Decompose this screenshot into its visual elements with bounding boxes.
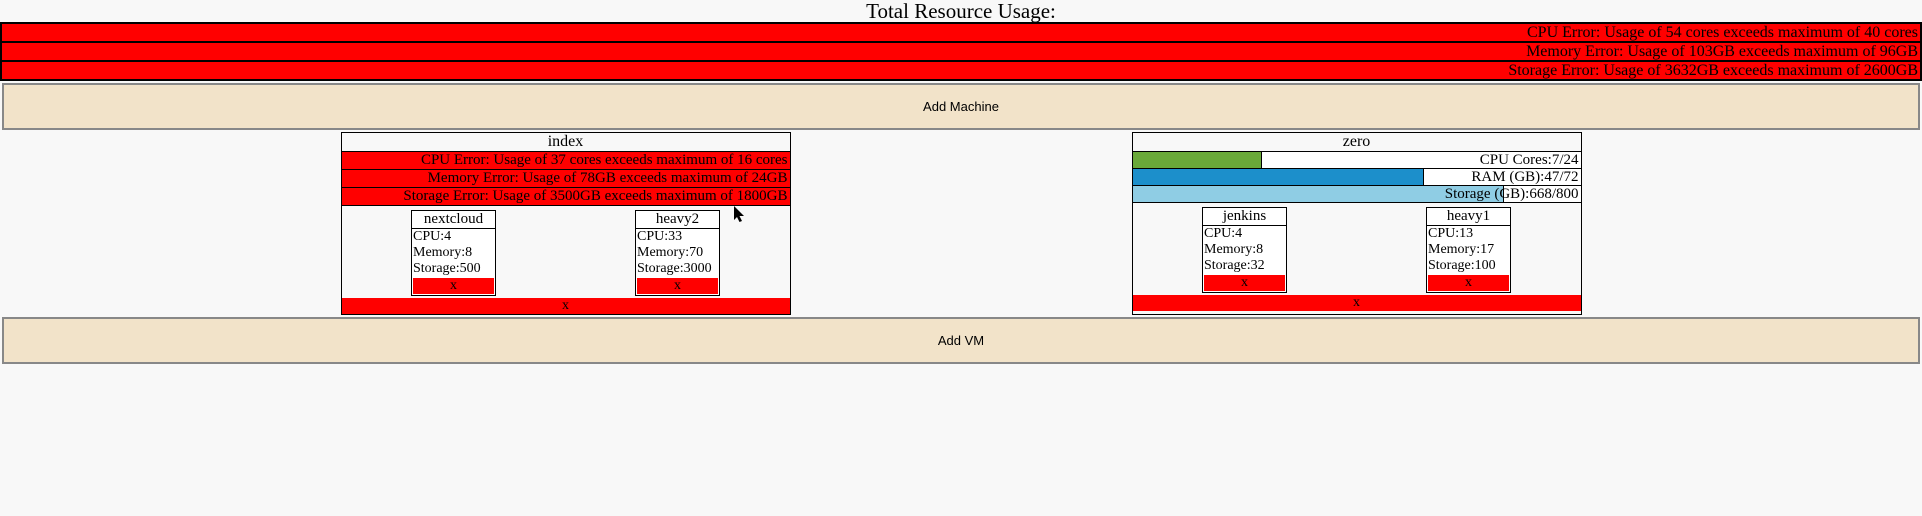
vm-storage: Storage:100 [1427, 258, 1510, 274]
page-title: Total Resource Usage: [0, 0, 1922, 22]
vm-list: nextcloudCPU:4Memory:8Storage:500xheavy2… [342, 206, 790, 298]
vm-storage: Storage:500 [412, 261, 495, 277]
vm-storage: Storage:3000 [636, 261, 719, 277]
machine-delete-button[interactable]: x [1133, 295, 1581, 311]
resource-bar-fill [1133, 152, 1263, 168]
vm-list: jenkinsCPU:4Memory:8Storage:32xheavy1CPU… [1133, 203, 1581, 295]
global-error-block: CPU Error: Usage of 54 cores exceeds max… [0, 22, 1922, 81]
vm-delete-button[interactable]: x [413, 278, 494, 294]
vm-card: jenkinsCPU:4Memory:8Storage:32x [1202, 207, 1287, 293]
vm-name[interactable]: heavy2 [636, 211, 719, 229]
resource-bar-label: Storage (GB):668/800 [1445, 186, 1579, 202]
machine-error-row: CPU Error: Usage of 37 cores exceeds max… [342, 152, 790, 170]
vm-cpu: CPU:4 [1203, 226, 1286, 242]
machine-error-row: Memory Error: Usage of 78GB exceeds maxi… [342, 170, 790, 188]
global-error-row: CPU Error: Usage of 54 cores exceeds max… [1, 23, 1921, 42]
resource-bar-label: RAM (GB):47/72 [1471, 169, 1578, 185]
machine-error-row: Storage Error: Usage of 3500GB exceeds m… [342, 188, 790, 206]
vm-card: heavy1CPU:13Memory:17Storage:100x [1426, 207, 1511, 293]
resource-bar: CPU Cores:7/24 [1133, 152, 1581, 169]
vm-memory: Memory:8 [412, 245, 495, 261]
vm-delete-button[interactable]: x [637, 278, 718, 294]
add-vm-button[interactable]: Add VM [2, 317, 1920, 364]
add-machine-button[interactable]: Add Machine [2, 83, 1920, 130]
vm-name[interactable]: nextcloud [412, 211, 495, 229]
vm-card: heavy2CPU:33Memory:70Storage:3000x [635, 210, 720, 296]
vm-storage: Storage:32 [1203, 258, 1286, 274]
vm-memory: Memory:17 [1427, 242, 1510, 258]
global-error-row: Memory Error: Usage of 103GB exceeds max… [1, 42, 1921, 61]
machine-name[interactable]: zero [1133, 133, 1581, 152]
vm-name[interactable]: heavy1 [1427, 208, 1510, 226]
machine-delete-button[interactable]: x [342, 298, 790, 314]
resource-bar: RAM (GB):47/72 [1133, 169, 1581, 186]
resource-bar-label: CPU Cores:7/24 [1480, 152, 1579, 168]
vm-cpu: CPU:4 [412, 229, 495, 245]
vm-memory: Memory:70 [636, 245, 719, 261]
machine-panel: indexCPU Error: Usage of 37 cores exceed… [341, 132, 791, 315]
machine-panel: zeroCPU Cores:7/24RAM (GB):47/72Storage … [1132, 132, 1582, 315]
global-error-row: Storage Error: Usage of 3632GB exceeds m… [1, 61, 1921, 80]
vm-cpu: CPU:13 [1427, 226, 1510, 242]
resource-bar-fill [1133, 169, 1424, 185]
vm-cpu: CPU:33 [636, 229, 719, 245]
vm-delete-button[interactable]: x [1428, 275, 1509, 291]
vm-name[interactable]: jenkins [1203, 208, 1286, 226]
vm-delete-button[interactable]: x [1204, 275, 1285, 291]
resource-bar: Storage (GB):668/800 [1133, 186, 1581, 203]
vm-card: nextcloudCPU:4Memory:8Storage:500x [411, 210, 496, 296]
vm-memory: Memory:8 [1203, 242, 1286, 258]
machine-name[interactable]: index [342, 133, 790, 152]
